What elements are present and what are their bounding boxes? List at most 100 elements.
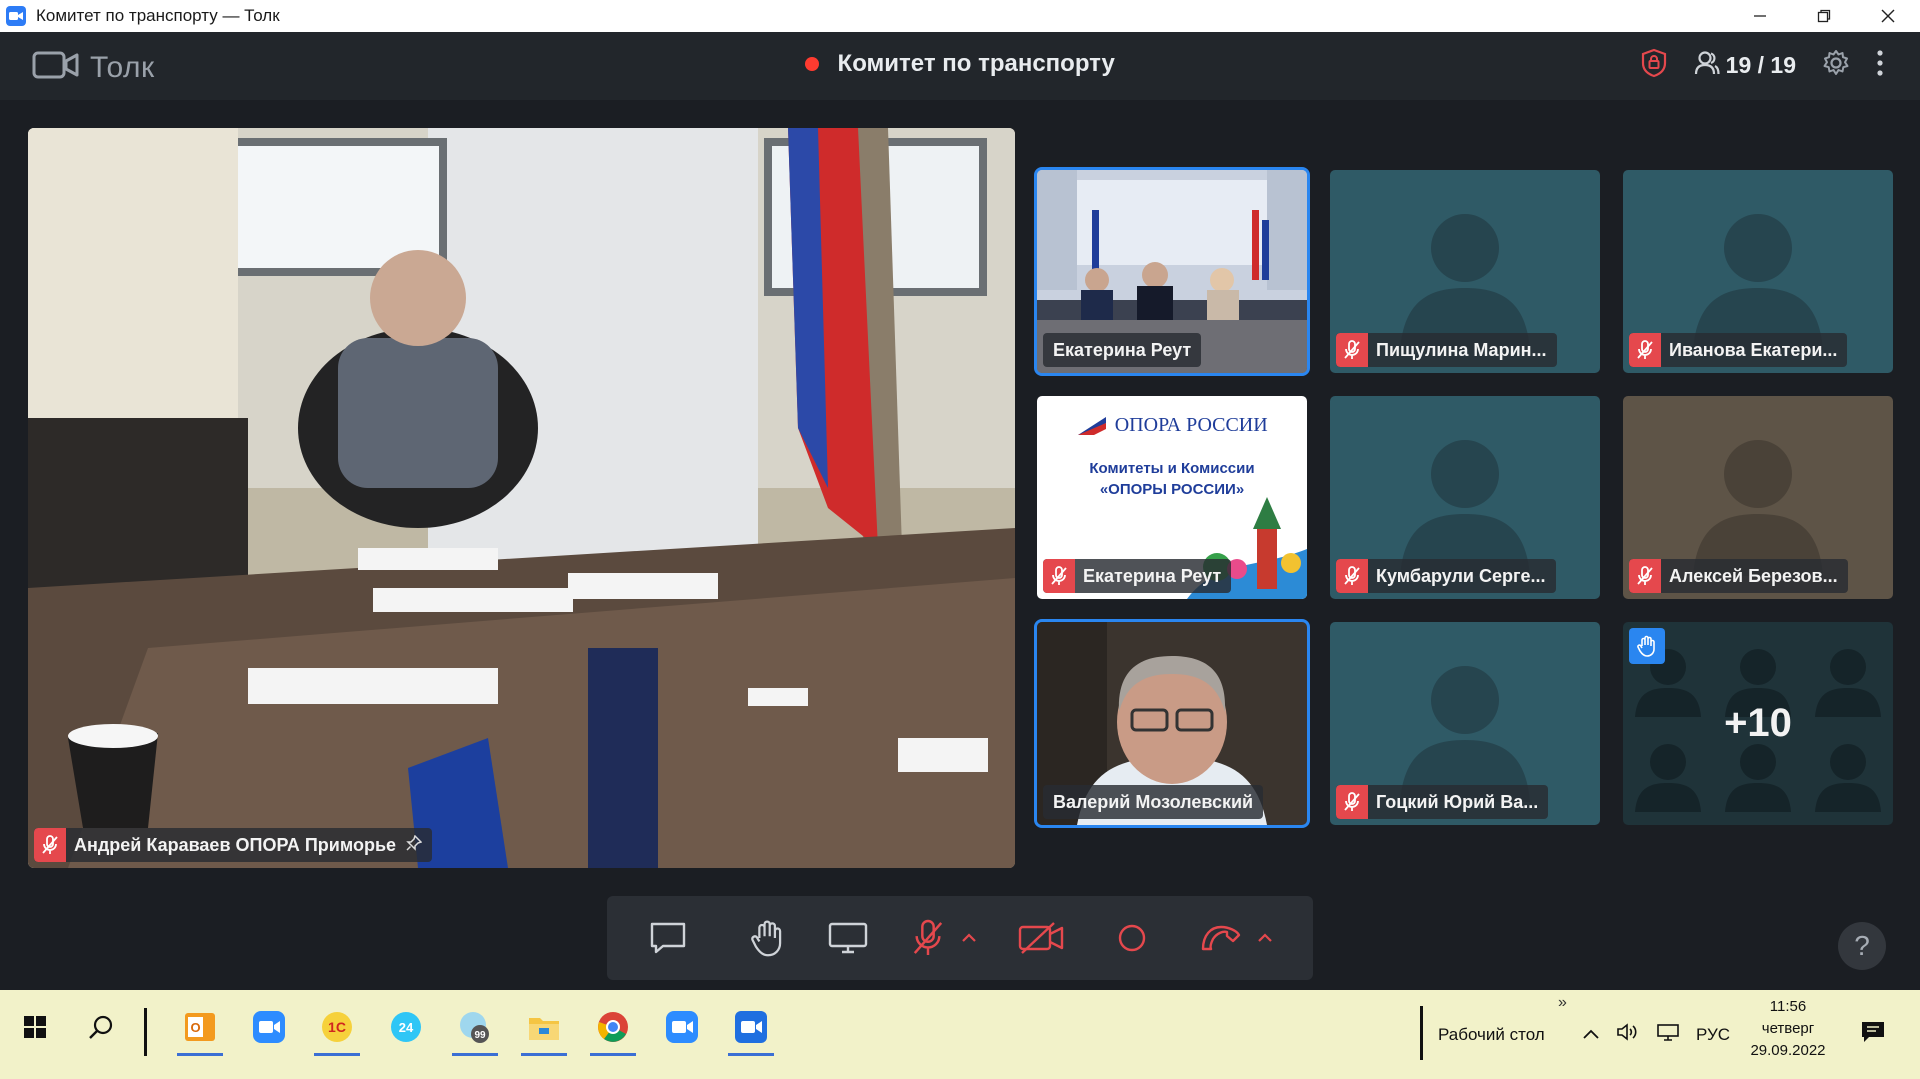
microphone-muted-icon: [1629, 333, 1661, 367]
participants-count: 19 / 19: [1725, 52, 1796, 78]
participants-button[interactable]: 19 / 19: [1694, 50, 1796, 81]
speaker-icon[interactable]: [1616, 1022, 1640, 1047]
outlook-icon[interactable]: O: [175, 1002, 225, 1056]
participant-tile[interactable]: Иванова Екатери...: [1623, 170, 1893, 373]
participant-nameplate: Иванова Екатери...: [1629, 333, 1848, 367]
meeting-title: Комитет по транспорту: [837, 50, 1115, 77]
notifications-icon[interactable]: [1860, 1020, 1886, 1049]
slide-brand: ОПОРА РОССИИ: [1114, 414, 1268, 436]
raise-hand-icon: [751, 920, 782, 957]
close-button[interactable]: [1856, 0, 1920, 32]
avatar-silhouette: [1693, 214, 1823, 350]
call-controls-toolbar: [607, 896, 1313, 980]
bitrix24-icon[interactable]: 24: [381, 1002, 431, 1052]
notification-badge: 99: [474, 1030, 486, 1041]
participant-nameplate: Кумбарули Серге...: [1336, 559, 1556, 593]
main-speaker-video[interactable]: Андрей Караваев ОПОРА Приморье: [28, 128, 1015, 868]
chrome-icon[interactable]: [588, 1002, 638, 1056]
participant-tile[interactable]: Екатерина Реут: [1034, 167, 1310, 376]
camera-off-icon: [1018, 922, 1064, 954]
system-tray: РУС: [1582, 990, 1730, 1079]
desktop-toolbar-label[interactable]: Рабочий стол: [1438, 990, 1545, 1079]
avatar-silhouette: [1400, 440, 1530, 576]
hang-up-icon: [1201, 925, 1241, 951]
1c-icon[interactable]: 1C: [312, 1002, 362, 1056]
participant-tile[interactable]: Гоцкий Юрий Ва...: [1330, 622, 1600, 825]
participant-nameplate: Екатерина Реут: [1043, 559, 1232, 593]
chat-button[interactable]: [643, 914, 693, 962]
more-participants-count: +10: [1724, 701, 1792, 745]
participant-tile[interactable]: Алексей Березов...: [1623, 396, 1893, 599]
microphone-muted-icon: [34, 828, 66, 862]
main-speaker-name: Андрей Караваев ОПОРА Приморье: [74, 834, 397, 855]
app-header: Толк Комитет по транспорту 19 / 19: [0, 32, 1920, 100]
main-speaker-nameplate: Андрей Караваев ОПОРА Приморье: [34, 828, 433, 862]
main-video-frame: [28, 128, 1015, 868]
zoom-icon[interactable]: [244, 1002, 294, 1052]
file-explorer-icon[interactable]: [519, 1002, 569, 1056]
tolk-icon[interactable]: [726, 1002, 776, 1056]
restore-button[interactable]: [1792, 0, 1856, 32]
zoom-icon[interactable]: [657, 1002, 707, 1052]
screen-share-button[interactable]: [823, 914, 873, 962]
chevron-up-icon[interactable]: [1582, 1025, 1600, 1045]
clock[interactable]: 11:56 четверг 29.09.2022: [1744, 996, 1832, 1062]
participant-tile[interactable]: Валерий Мозолевский: [1034, 619, 1310, 828]
chevron-up-icon: [1258, 933, 1272, 942]
participant-name: Иванова Екатери...: [1669, 339, 1838, 360]
participant-nameplate: Алексей Березов...: [1629, 559, 1848, 593]
more-participants-tile[interactable]: +10: [1623, 622, 1893, 825]
participant-name: Пищулина Марин...: [1376, 339, 1547, 360]
chevron-up-icon: [962, 933, 976, 942]
microphone-muted-icon: [1629, 559, 1661, 593]
gear-icon[interactable]: [1822, 49, 1850, 82]
slide-logo: ОПОРА РОССИИ: [1037, 414, 1307, 437]
microphone-options-button[interactable]: [957, 914, 981, 962]
windows-taskbar: O 1C 24 99 » Рабочий стол РУС 11:56 четв…: [0, 990, 1920, 1079]
bitrix-messenger-icon[interactable]: 99: [450, 1002, 500, 1056]
chat-icon: [650, 922, 686, 954]
help-button[interactable]: ?: [1838, 922, 1886, 970]
camera-button[interactable]: [1013, 914, 1069, 962]
svg-text:24: 24: [399, 1020, 414, 1035]
record-icon: [1118, 924, 1146, 952]
participant-tile[interactable]: Кумбарули Серге...: [1330, 396, 1600, 599]
participant-name: Алексей Березов...: [1669, 565, 1838, 586]
recording-indicator: [805, 57, 820, 71]
record-button[interactable]: [1107, 914, 1157, 962]
meeting-title-area: Комитет по транспорту: [0, 50, 1920, 78]
taskbar-overflow-indicator[interactable]: »: [1558, 994, 1567, 1012]
participant-tile[interactable]: ОПОРА РОССИИ Комитеты и Комиссии «ОПОРЫ …: [1037, 396, 1307, 599]
screen-share-icon: [828, 922, 868, 954]
more-options-icon[interactable]: [1876, 49, 1884, 82]
participant-nameplate: Пищулина Марин...: [1336, 333, 1557, 367]
participant-nameplate: Екатерина Реут: [1043, 333, 1202, 367]
avatar-silhouette: [1693, 440, 1823, 576]
language-indicator[interactable]: РУС: [1696, 1025, 1730, 1045]
participant-name: Екатерина Реут: [1083, 565, 1222, 586]
clock-time: 11:56: [1769, 998, 1807, 1015]
app-icon: [6, 6, 26, 26]
minimize-button[interactable]: [1728, 0, 1792, 32]
microphone-muted-icon: [1336, 559, 1368, 593]
microphone-muted-icon: [1336, 785, 1368, 819]
svg-text:O: O: [190, 1020, 200, 1035]
search-icon[interactable]: [76, 1002, 126, 1052]
participant-nameplate: Валерий Мозолевский: [1043, 785, 1264, 819]
taskbar-divider: [1420, 1006, 1423, 1060]
raise-hand-button[interactable]: [743, 914, 793, 962]
security-lock-icon[interactable]: [1640, 48, 1668, 83]
participant-tile[interactable]: Пищулина Марин...: [1330, 170, 1600, 373]
clock-day: четверг: [1761, 1020, 1815, 1037]
windows-start-icon[interactable]: [10, 1002, 60, 1052]
participants-icon: [1694, 50, 1720, 81]
window-title: Комитет по транспорту — Толк: [36, 6, 280, 25]
taskbar-divider: [144, 1008, 147, 1056]
hang-up-options-button[interactable]: [1253, 914, 1277, 962]
network-icon[interactable]: [1656, 1022, 1680, 1047]
microphone-muted-icon: [1336, 333, 1368, 367]
window-title-bar: Комитет по транспорту — Толк: [0, 0, 1920, 32]
microphone-button[interactable]: [903, 914, 953, 962]
hang-up-button[interactable]: [1193, 914, 1249, 962]
pin-icon[interactable]: [406, 834, 423, 856]
